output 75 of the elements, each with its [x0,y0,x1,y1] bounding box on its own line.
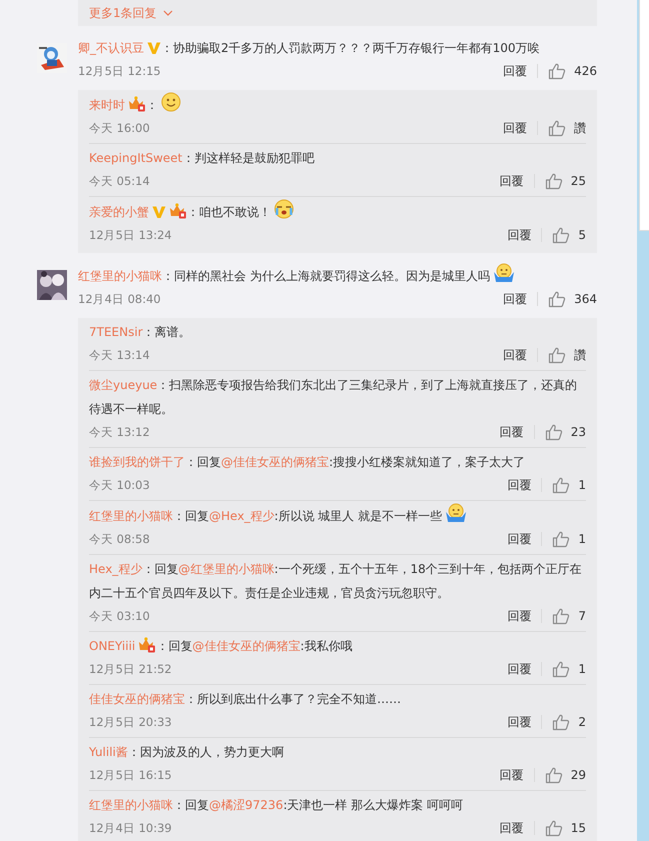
comment-text: 7TEENsir：离谱。 [89,324,192,341]
thumbs-up-icon[interactable] [548,62,566,80]
comment-text: 微尘yueyue：扫黑除恶专项报告给我们东北出了三集纪录片，到了上海就直接压了，还真的待遇不一样呢。 [89,377,578,418]
reply-button[interactable]: 回覆 [507,608,532,624]
timestamp: 12月5日 21:52 [89,662,173,676]
like-button[interactable]: 29 [544,766,586,784]
timestamp: 12月4日 08:40 [78,292,162,306]
timestamp: 今天 03:10 [89,608,151,624]
like-button[interactable]: 1 [552,530,586,548]
comment-text: 亲爱的小蟹 ：咱也不敢说！ [89,199,586,224]
like-button[interactable]: 1 [552,476,586,494]
comment-text: 红堡里的小猫咪：回复@橘涩97236:天津也一样 那么大爆炸案 呵呵呵 [89,797,464,814]
thumbs-up-icon[interactable] [552,607,570,625]
thumbs-up-icon[interactable] [544,172,563,190]
crying-emoji-icon [274,199,294,219]
thumbs-up-icon[interactable] [544,423,563,441]
like-button[interactable]: 23 [544,423,586,441]
comment-text: 卿_不认识豆 ：协助骗取2千多万的人罚款两万？？？两千万存银行一年都有100万唉 [78,40,541,57]
timestamp: 今天 05:14 [89,174,151,188]
reply-button[interactable]: 回覆 [507,530,532,548]
thumbs-up-icon[interactable] [544,766,563,784]
timestamp: 今天 13:14 [89,348,151,362]
reply-button[interactable]: 回覆 [503,120,527,136]
thumbs-up-icon[interactable] [552,530,570,548]
like-button[interactable]: 364 [548,290,597,308]
thumbs-up-icon[interactable] [552,713,570,731]
comment-text: 谁捡到我的饼干了：回复@佳佳女巫的俩猪宝:搜搜小红楼案就知道了，案子太大了 [89,454,526,471]
like-button[interactable]: 讚 [548,346,586,364]
like-button[interactable]: 25 [544,172,586,190]
timestamp: 今天 16:00 [89,120,151,136]
shrug-emoji-icon [492,263,515,283]
thumbs-up-icon[interactable] [552,660,570,678]
thumbs-up-icon[interactable] [552,476,570,494]
reply-button[interactable]: 回覆 [500,766,524,784]
comment-text: ONEYiiii ：回复@佳佳女巫的俩猪宝:我私你哦 [89,636,354,655]
comment-text: 佳佳女巫的俩猪宝：所以到底出什么事了？完全不知道…… [89,691,402,708]
thumbs-up-icon[interactable] [548,346,566,364]
timestamp: 今天 10:03 [89,478,151,492]
comment-text: 来时时 ： [89,92,586,117]
like-button[interactable]: 426 [548,62,597,80]
comment-text: Yulili酱：因为波及的人，势力更大啊 [89,744,285,761]
reply-button[interactable]: 回覆 [500,172,524,190]
like-button[interactable]: 5 [552,226,586,244]
reply-button[interactable]: 回覆 [507,660,532,678]
thumbs-up-icon[interactable] [548,119,566,137]
thumbs-up-icon[interactable] [548,290,566,308]
timestamp: 今天 08:58 [89,532,151,546]
reply-button[interactable]: 回覆 [507,226,532,244]
reply-button[interactable]: 回覆 [500,424,524,440]
like-button[interactable]: 讚 [548,119,586,137]
timestamp: 12月5日 20:33 [89,714,173,730]
like-button[interactable]: 2 [552,713,586,731]
thumbs-up-icon[interactable] [552,226,570,244]
reply-button[interactable]: 回覆 [507,476,532,494]
like-button[interactable]: 7 [552,607,586,625]
timestamp: 12月5日 16:15 [89,768,173,782]
timestamp: 12月5日 12:15 [78,64,162,78]
reply-button[interactable]: 回覆 [500,820,524,836]
reply-button[interactable]: 回覆 [503,62,528,80]
reply-button[interactable]: 回覆 [503,346,527,364]
timestamp: 12月4日 10:39 [89,820,173,836]
reply-button[interactable]: 回覆 [503,290,528,308]
smiley-emoji-icon [161,92,181,112]
like-button[interactable]: 1 [552,660,586,678]
timestamp: 12月5日 13:24 [89,228,173,242]
comment-text: KeepingItSweet：判这样轻是鼓励犯罪吧 [89,150,316,167]
thumbs-up-icon[interactable] [544,819,563,837]
timestamp: 今天 13:12 [89,424,151,440]
chevron-down-icon [162,10,173,16]
like-button[interactable]: 15 [544,819,586,837]
comment-text: Hex_程少：回复@红堡里的小猫咪:一个死缓，五个十五年，18个三到十年，包括两个正厅在内二十五个官员四年及以下。责任是企业违规，官员贪污玩忽职守。 [89,561,583,602]
comment-text: 红堡里的小猫咪：回复@Hex_程少:所以说 城里人 就是不一样一些 [89,503,586,528]
reply-button[interactable]: 回覆 [507,714,532,730]
comment-text: 红堡里的小猫咪：同样的黑社会 为什么上海就要罚得这么轻。因为是城里人吗 [78,263,597,288]
shrug-emoji-icon [444,503,467,523]
